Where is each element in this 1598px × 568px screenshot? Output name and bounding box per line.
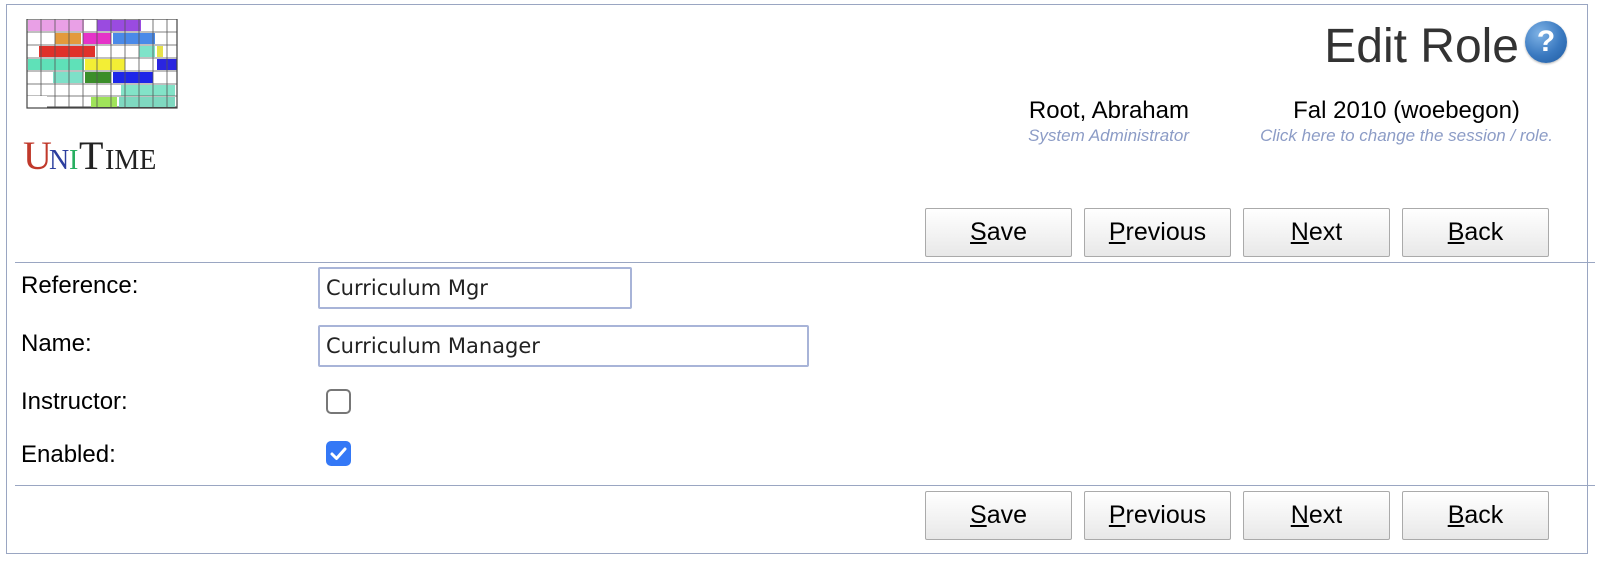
page-title: Edit Role: [1324, 20, 1519, 73]
user-name: Root, Abraham: [1028, 97, 1189, 124]
back-button[interactable]: Back: [1402, 208, 1549, 257]
session-hint: Click here to change the session / role.: [1260, 126, 1553, 145]
svg-text:T: T: [79, 133, 103, 178]
svg-text:U: U: [23, 133, 52, 178]
next-button-bottom[interactable]: Next: [1243, 491, 1390, 540]
previous-button[interactable]: Previous: [1084, 208, 1231, 257]
next-button[interactable]: Next: [1243, 208, 1390, 257]
session-name: Fal 2010 (woebegon): [1293, 97, 1520, 124]
bottom-button-bar: Save Previous Next Back: [925, 491, 1549, 540]
unitime-logo[interactable]: U N I T IME: [23, 18, 183, 179]
user-role: System Administrator: [1028, 126, 1189, 145]
footer-divider: [15, 485, 1595, 486]
checkmark-icon: [330, 447, 347, 460]
page-frame: U N I T IME Edit Role ? Root, Abraham Sy…: [6, 4, 1595, 554]
help-question-icon[interactable]: ?: [1525, 21, 1567, 63]
instructor-label: Instructor:: [21, 388, 128, 415]
reference-input[interactable]: [318, 267, 632, 309]
logo-grid-icon: U N I T IME: [23, 18, 178, 178]
enabled-checkbox[interactable]: [326, 441, 351, 466]
header-divider: [15, 262, 1595, 263]
name-input[interactable]: [318, 325, 809, 367]
save-button[interactable]: Save: [925, 208, 1072, 257]
svg-text:IME: IME: [105, 145, 156, 176]
user-info[interactable]: Root, Abraham System Administrator: [1028, 97, 1189, 146]
back-button-bottom[interactable]: Back: [1402, 491, 1549, 540]
top-button-bar: Save Previous Next Back: [925, 208, 1549, 257]
instructor-checkbox[interactable]: [326, 389, 351, 414]
session-selector[interactable]: Fal 2010 (woebegon) Click here to change…: [1260, 97, 1553, 146]
svg-text:I: I: [69, 145, 78, 176]
save-button-bottom[interactable]: Save: [925, 491, 1072, 540]
name-label: Name:: [21, 330, 92, 357]
enabled-label: Enabled:: [21, 441, 116, 468]
reference-label: Reference:: [21, 272, 139, 299]
previous-button-bottom[interactable]: Previous: [1084, 491, 1231, 540]
svg-text:N: N: [49, 145, 69, 176]
